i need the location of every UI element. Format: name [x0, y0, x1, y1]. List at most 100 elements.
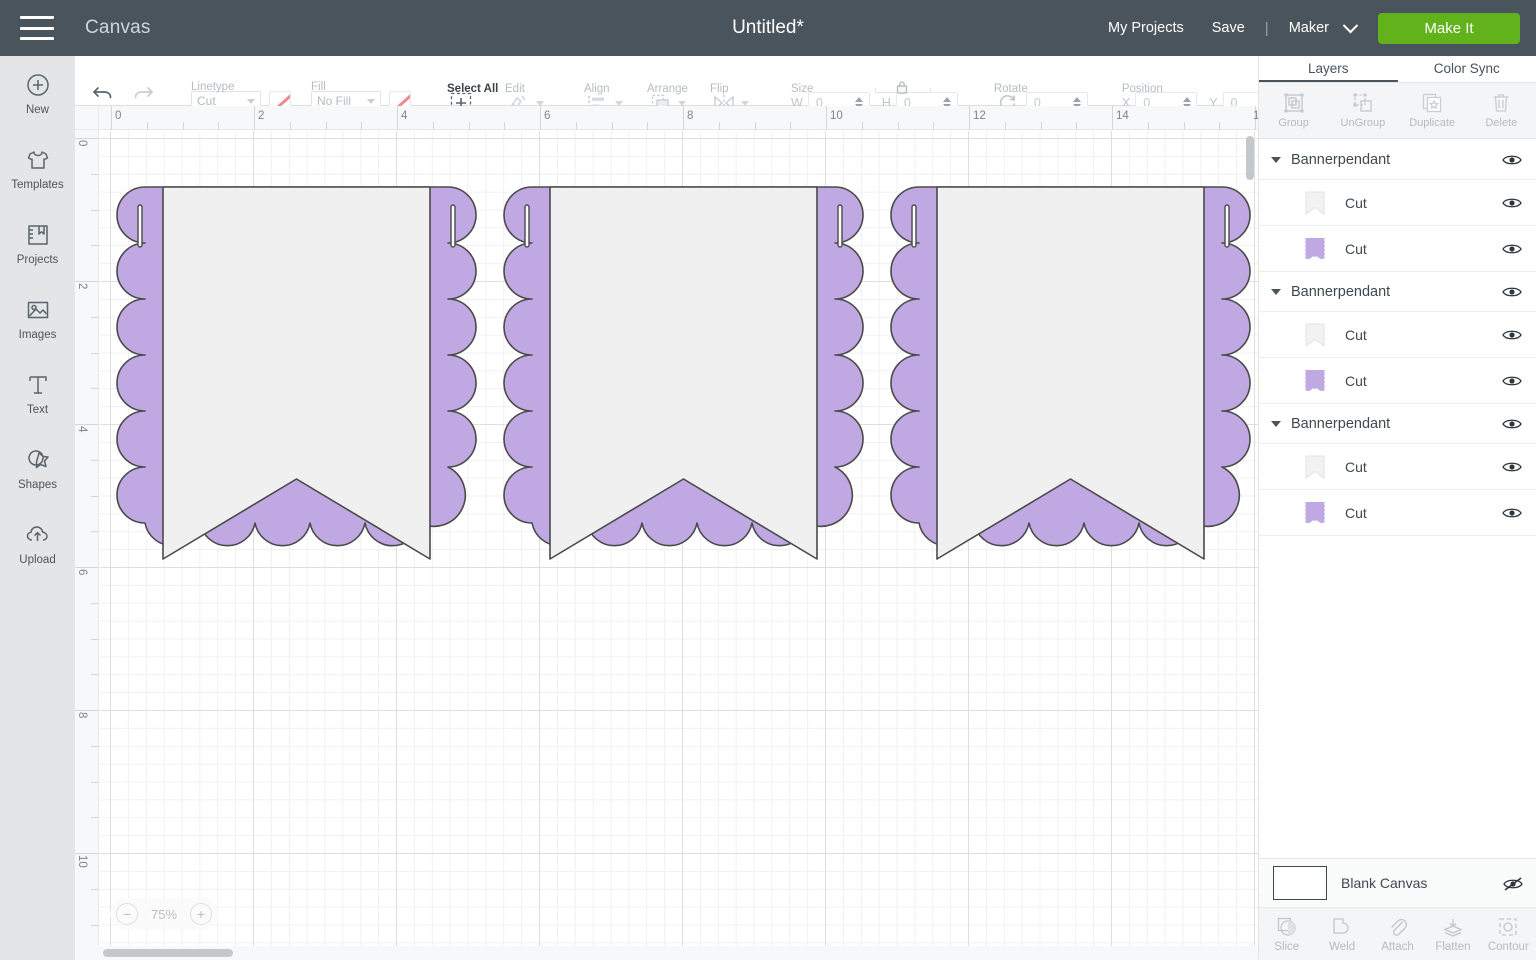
layer-name: Cut [1345, 458, 1367, 475]
chevron-down-icon [1342, 17, 1359, 33]
chevron-down-icon[interactable] [1271, 420, 1281, 427]
position-label: Position [1121, 83, 1163, 95]
layer-row[interactable]: Cut [1259, 444, 1536, 490]
layer-group-header[interactable]: Bannerpendant [1259, 272, 1536, 312]
visibility-eye-icon[interactable] [1502, 328, 1522, 342]
visibility-eye-icon[interactable] [1502, 506, 1522, 520]
duplicate-button[interactable]: Duplicate [1398, 83, 1467, 138]
ruler-h-label: 14 [1116, 110, 1129, 122]
contour-button[interactable]: Contour [1481, 908, 1536, 960]
ungroup-label: UnGroup [1340, 117, 1386, 129]
sidebar-item-images[interactable]: Images [0, 281, 75, 356]
visibility-eye-icon[interactable] [1502, 285, 1522, 299]
layer-row[interactable]: Cut [1259, 312, 1536, 358]
group-button[interactable]: Group [1259, 83, 1328, 138]
banner-pendant-1 [116, 186, 477, 560]
banner-purple-thumb [1301, 367, 1329, 395]
blank-canvas-label: Blank Canvas [1341, 875, 1428, 891]
image-icon [24, 296, 52, 324]
undo-icon[interactable] [89, 79, 117, 107]
visibility-eye-off-icon[interactable] [1502, 876, 1523, 891]
horizontal-scrollbar[interactable] [75, 946, 1258, 960]
slice-icon [1277, 917, 1296, 936]
layer-group-header[interactable]: Bannerpendant [1259, 140, 1536, 180]
layer-name: Cut [1345, 372, 1367, 389]
zoom-control[interactable]: − 75% + [110, 898, 218, 930]
banner-pendant-3 [890, 186, 1251, 560]
ungroup-button[interactable]: UnGroup [1328, 83, 1397, 138]
size-lock[interactable] [875, 80, 931, 96]
sidebar-item-new[interactable]: New [0, 56, 75, 131]
visibility-eye-icon[interactable] [1502, 242, 1522, 256]
vertical-ruler: 0 2 4 6 8 10 [75, 106, 99, 960]
visibility-eye-icon[interactable] [1502, 374, 1522, 388]
zoom-out-button[interactable]: − [116, 903, 138, 925]
sidebar-item-templates[interactable]: Templates [0, 131, 75, 206]
chevron-down-icon[interactable] [536, 100, 544, 106]
arrange-label: Arrange [647, 83, 688, 95]
visibility-eye-icon[interactable] [1502, 417, 1522, 431]
machine-selector[interactable]: Maker [1275, 17, 1368, 36]
vertical-scrollbar-thumb[interactable] [1246, 136, 1254, 180]
canvas-grid-wrapper[interactable] [100, 131, 1258, 960]
sidebar-item-label: New [25, 104, 49, 116]
select-all-label: Select All [447, 83, 499, 95]
fill-label: Fill [311, 81, 326, 93]
chevron-down-icon[interactable] [1271, 288, 1281, 295]
book-bookmark-icon [24, 221, 52, 249]
banner-purple-thumb [1301, 235, 1329, 263]
layer-row[interactable]: Cut [1259, 490, 1536, 536]
chevron-down-icon [367, 98, 375, 104]
sidebar-item-label: Images [18, 329, 57, 341]
delete-button[interactable]: Delete [1467, 83, 1536, 138]
flip-label: Flip [710, 83, 729, 95]
duplicate-label: Duplicate [1409, 117, 1456, 129]
sidebar-item-projects[interactable]: Projects [0, 206, 75, 281]
sidebar-item-label: Upload [19, 554, 56, 566]
canvas-area[interactable]: 0 2 4 6 8 10 12 14 1 0 2 4 6 8 10 − 75% … [75, 106, 1258, 960]
attach-button[interactable]: Attach [1370, 908, 1425, 960]
chevron-down-icon[interactable] [615, 100, 623, 106]
machine-label: Maker [1288, 20, 1329, 36]
ruler-h-label: 1 [1253, 110, 1258, 122]
blank-canvas-row[interactable]: Blank Canvas [1259, 858, 1536, 908]
weld-icon [1333, 917, 1349, 934]
canvas-artwork[interactable] [100, 131, 1258, 960]
redo-icon[interactable] [129, 79, 157, 107]
layer-row[interactable]: Cut [1259, 358, 1536, 404]
flatten-button[interactable]: Flatten [1425, 908, 1480, 960]
visibility-eye-icon[interactable] [1502, 153, 1522, 167]
hamburger-icon[interactable] [20, 16, 54, 40]
make-it-button[interactable]: Make It [1378, 12, 1520, 44]
sidebar-item-label: Templates [11, 179, 64, 191]
layer-group-header[interactable]: Bannerpendant [1259, 404, 1536, 444]
ruler-h-label: 4 [401, 110, 408, 122]
delete-label: Delete [1485, 117, 1518, 129]
save-button[interactable]: Save [1198, 20, 1259, 36]
flatten-label: Flatten [1435, 940, 1471, 953]
layer-row[interactable]: Cut [1259, 226, 1536, 272]
chevron-down-icon[interactable] [1271, 156, 1281, 163]
sidebar-item-upload[interactable]: Upload [0, 506, 75, 581]
layer-row[interactable]: Cut [1259, 180, 1536, 226]
visibility-eye-icon[interactable] [1502, 460, 1522, 474]
toolbar-separator: | [1264, 19, 1269, 37]
tab-color-sync[interactable]: Color Sync [1398, 56, 1536, 82]
chevron-down-icon[interactable] [741, 100, 749, 106]
sidebar-item-shapes[interactable]: Shapes [0, 431, 75, 506]
banner-white-thumb [1301, 453, 1329, 481]
layer-name: Cut [1345, 504, 1367, 521]
zoom-level-label: 75% [150, 906, 178, 922]
tab-layers[interactable]: Layers [1259, 56, 1398, 82]
weld-button[interactable]: Weld [1314, 908, 1369, 960]
slice-button[interactable]: Slice [1259, 908, 1314, 960]
layers-list[interactable]: Bannerpendant Cut Cut Bannerpendant Cut … [1259, 140, 1536, 858]
left-sidebar: New Templates Projects Images Text Shape… [0, 56, 75, 960]
sidebar-item-text[interactable]: Text [0, 356, 75, 431]
my-projects-link[interactable]: My Projects [1094, 20, 1198, 36]
chevron-down-icon[interactable] [678, 100, 686, 106]
zoom-in-button[interactable]: + [190, 903, 212, 925]
visibility-eye-icon[interactable] [1502, 196, 1522, 210]
canvas-color-swatch[interactable] [1273, 866, 1327, 900]
horizontal-scrollbar-thumb[interactable] [103, 949, 233, 957]
